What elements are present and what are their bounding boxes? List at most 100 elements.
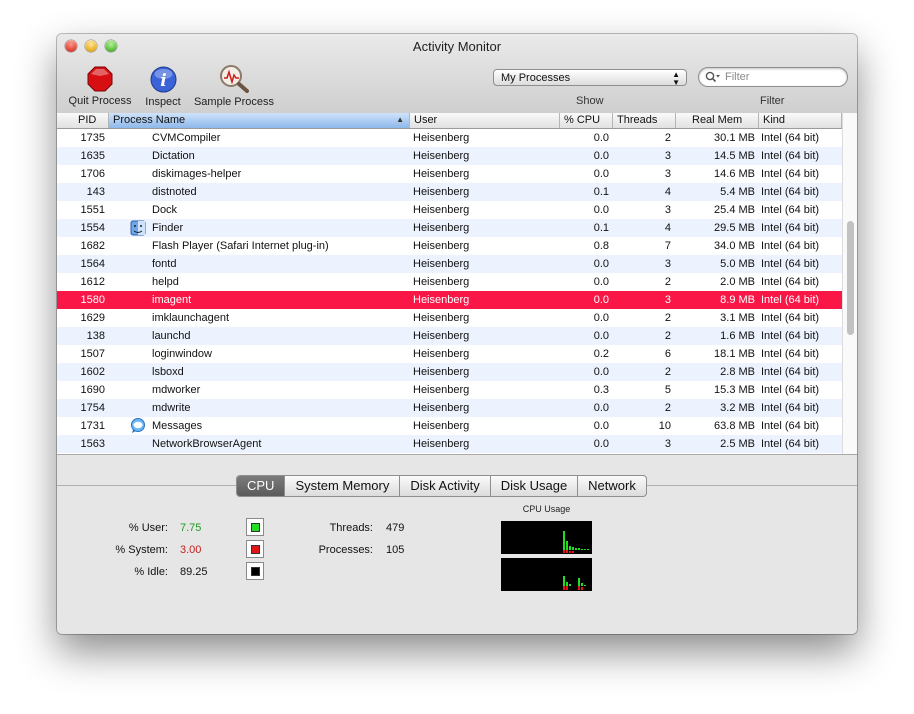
user-cell: Heisenberg [413, 438, 470, 450]
filter-input[interactable] [725, 70, 840, 84]
kind-cell: Intel (64 bit) [761, 258, 820, 270]
process-name-cell: fontd [152, 258, 177, 270]
tab-disk-usage[interactable]: Disk Usage [491, 476, 579, 496]
process-name-cell: Dock [152, 204, 178, 216]
kind-cell: Intel (64 bit) [761, 186, 820, 198]
threads-cell: 7 [664, 240, 671, 252]
table-row[interactable]: 1731 Messages Heisenberg 0.0 10 63.8 MB Intel … [57, 417, 842, 435]
pid-cell: 1690 [80, 384, 105, 396]
cpu-graph-bars-2 [563, 576, 586, 590]
threads-cell: 3 [664, 258, 671, 270]
kind-cell: Intel (64 bit) [761, 384, 820, 396]
real-mem-cell: 2.5 MB [720, 438, 755, 450]
info-icon: i [150, 66, 176, 93]
process-name-cell: launchd [152, 330, 191, 342]
threads-cell: 2 [664, 366, 671, 378]
user-color-swatch[interactable] [246, 518, 264, 536]
threads-cell: 4 [664, 186, 671, 198]
cpu-cell: 0.0 [593, 366, 609, 378]
column-header-threads[interactable]: Threads [613, 113, 676, 128]
tab-network[interactable]: Network [578, 476, 646, 496]
table-row[interactable]: 1682 Flash Player (Safari Internet plug-i… [57, 237, 842, 255]
user-cell: Heisenberg [413, 402, 470, 414]
quit-process-label: Quit Process [68, 95, 132, 107]
cpu-cell: 0.0 [593, 402, 609, 414]
inspect-button[interactable]: i Inspect [140, 66, 186, 108]
column-header-cpu[interactable]: % CPU [560, 113, 613, 128]
pid-cell: 1612 [80, 276, 105, 288]
svg-text:i: i [160, 71, 166, 91]
idle-color-swatch[interactable] [246, 562, 264, 580]
show-processes-popup[interactable]: My Processes ▲ ▼ [493, 69, 687, 87]
table-row[interactable]: 1580 imagent Heisenberg 0.0 3 8.9 MB Intel (64… [57, 291, 842, 309]
process-name-cell: lsboxd [152, 366, 184, 378]
column-header-kind[interactable]: Kind [759, 113, 842, 128]
column-header-user[interactable]: User [410, 113, 560, 128]
threads-cell: 3 [664, 150, 671, 162]
threads-label: Threads: [329, 522, 373, 534]
real-mem-cell: 5.0 MB [720, 258, 755, 270]
tab-cpu[interactable]: CPU [237, 476, 286, 496]
table-row[interactable]: 1635 Dictation Heisenberg 0.0 3 14.5 MB Intel … [57, 147, 842, 165]
table-row[interactable]: 1602 lsboxd Heisenberg 0.0 2 2.8 MB Intel (64 … [57, 363, 842, 381]
table-row[interactable]: 143 distnoted Heisenberg 0.1 4 5.4 MB Intel (6… [57, 183, 842, 201]
threads-cell: 5 [664, 384, 671, 396]
process-name-cell: NetworkBrowserAgent [152, 438, 262, 450]
cpu-cell: 0.0 [593, 438, 609, 450]
table-row[interactable]: 1564 fontd Heisenberg 0.0 3 5.0 MB Intel (64 b… [57, 255, 842, 273]
stats-tabs: CPU System Memory Disk Activity Disk Usage N… [236, 475, 647, 497]
tab-disk-activity[interactable]: Disk Activity [400, 476, 491, 496]
table-row[interactable]: 1554 Finder Heisenberg 0.1 4 29.5 MB Intel (64… [57, 219, 842, 237]
kind-cell: Intel (64 bit) [761, 330, 820, 342]
column-header-process-name[interactable]: Process Name ▲ [109, 113, 410, 128]
pid-cell: 1635 [80, 150, 105, 162]
process-name-cell: helpd [152, 276, 179, 288]
cpu-cell: 0.0 [593, 330, 609, 342]
sample-process-button[interactable]: Sample Process [191, 63, 277, 108]
system-color-swatch[interactable] [246, 540, 264, 558]
table-row[interactable]: 1612 helpd Heisenberg 0.0 2 2.0 MB Intel (64 b… [57, 273, 842, 291]
table-row[interactable]: 1706 diskimages-helper Heisenberg 0.0 3 14.6 … [57, 165, 842, 183]
threads-cell: 4 [664, 222, 671, 234]
table-scrollbar[interactable] [842, 113, 857, 454]
kind-cell: Intel (64 bit) [761, 312, 820, 324]
column-header-real-mem[interactable]: Real Mem [676, 113, 759, 128]
real-mem-cell: 2.8 MB [720, 366, 755, 378]
process-name-cell: distnoted [152, 186, 197, 198]
titlebar-toolbar: Activity Monitor Quit Process i Inspect … [57, 34, 857, 114]
user-cell: Heisenberg [413, 240, 470, 252]
table-row[interactable]: 1690 mdworker Heisenberg 0.3 5 15.3 MB Intel (… [57, 381, 842, 399]
table-row[interactable]: 1507 loginwindow Heisenberg 0.2 6 18.1 MB Inte… [57, 345, 842, 363]
threads-cell: 2 [664, 312, 671, 324]
process-name-cell: imagent [152, 294, 192, 306]
popup-arrows-icon: ▲ ▼ [672, 70, 680, 87]
column-header-pid[interactable]: PID [57, 113, 109, 128]
process-name-cell: mdwrite [152, 402, 191, 414]
tab-system-memory[interactable]: System Memory [285, 476, 401, 496]
table-row[interactable]: 1735 CVMCompiler Heisenberg 0.0 2 30.1 MB Inte… [57, 129, 842, 147]
table-row[interactable]: 138 launchd Heisenberg 0.0 2 1.6 MB Intel (64 … [57, 327, 842, 345]
process-name-cell: loginwindow [152, 348, 212, 360]
table-row[interactable]: 1551 Dock Heisenberg 0.0 3 25.4 MB Intel (64 b… [57, 201, 842, 219]
pid-cell: 1682 [80, 240, 105, 252]
kind-cell: Intel (64 bit) [761, 222, 820, 234]
cpu-cell: 0.0 [593, 258, 609, 270]
table-row[interactable]: 1563 NetworkBrowserAgent Heisenberg 0.0 3 2.5… [57, 435, 842, 453]
filter-search-field[interactable] [698, 67, 848, 87]
user-cell: Heisenberg [413, 186, 470, 198]
cpu-usage-graph-core-2 [501, 558, 592, 591]
process-name-cell: Finder [152, 222, 184, 234]
magnifier-icon [220, 65, 249, 93]
real-mem-cell: 5.4 MB [720, 186, 755, 198]
table-row[interactable]: 1754 mdwrite Heisenberg 0.0 2 3.2 MB Intel (64… [57, 399, 842, 417]
scrollbar-thumb[interactable] [847, 221, 854, 335]
processes-label: Processes: [318, 544, 373, 556]
process-name-cell: Messages [152, 420, 203, 432]
system-percent-value: 3.00 [180, 544, 202, 556]
pid-cell: 1754 [80, 402, 105, 414]
table-row[interactable]: 1629 imklaunchagent Heisenberg 0.0 2 3.1 MB In… [57, 309, 842, 327]
quit-process-button[interactable]: Quit Process [66, 66, 134, 107]
user-cell: Heisenberg [413, 294, 470, 306]
real-mem-cell: 3.2 MB [720, 402, 755, 414]
pid-cell: 1507 [80, 348, 105, 360]
